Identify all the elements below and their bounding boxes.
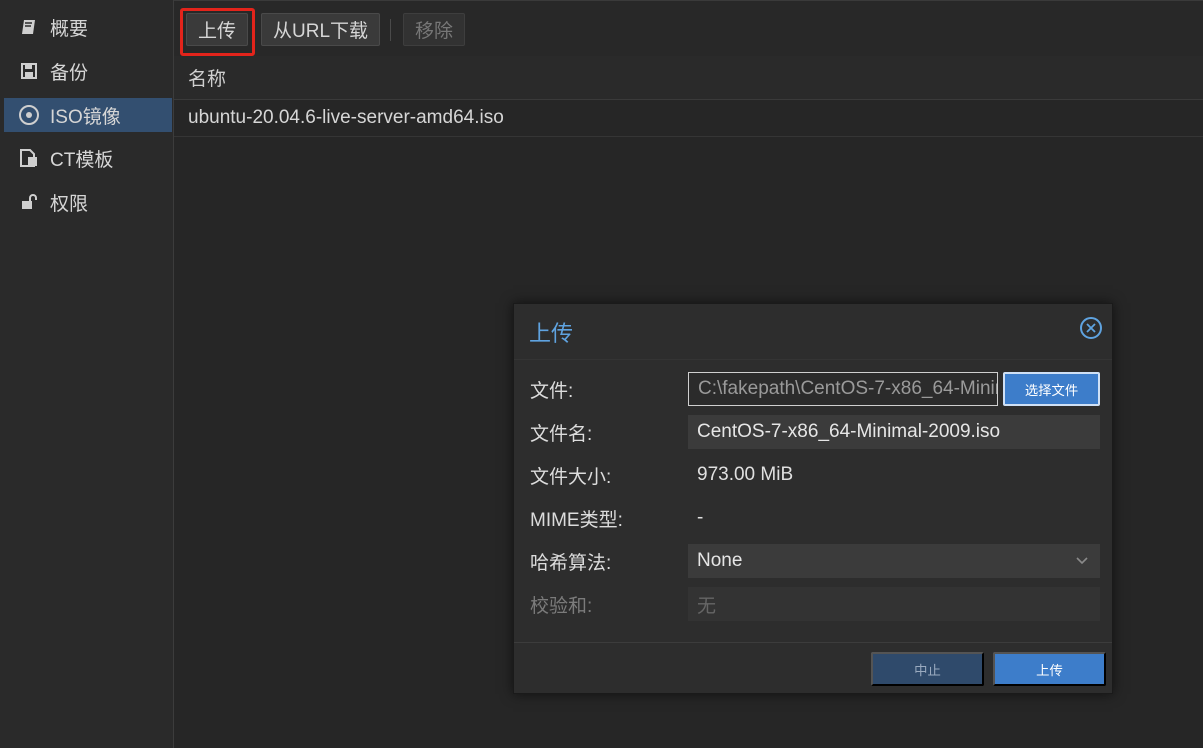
sidebar-item-backup[interactable]: 备份 xyxy=(4,54,172,88)
sidebar-item-permissions[interactable]: 权限 xyxy=(4,185,172,219)
table-row[interactable]: ubuntu-20.04.6-live-server-amd64.iso xyxy=(174,100,1203,137)
dialog-divider xyxy=(514,359,1112,360)
chevron-down-icon xyxy=(1074,552,1090,568)
dialog-title: 上传 xyxy=(529,321,574,346)
toolbar-separator xyxy=(390,19,391,41)
book-icon xyxy=(18,16,40,38)
abort-button[interactable]: 中止 xyxy=(871,652,984,686)
sidebar-item-label: CT模板 xyxy=(50,149,114,171)
close-icon[interactable] xyxy=(1080,317,1102,339)
upload-highlight-box xyxy=(180,8,255,56)
column-header-name[interactable]: 名称 xyxy=(188,64,226,91)
sidebar-item-ct-template[interactable]: CT模板 xyxy=(4,141,172,175)
checksum-label: 校验和: xyxy=(530,595,593,617)
unlock-icon xyxy=(18,191,40,213)
filename-label: 文件名: xyxy=(530,423,593,445)
floppy-icon xyxy=(18,60,40,82)
template-icon xyxy=(18,147,40,169)
hash-algorithm-select[interactable]: None xyxy=(688,544,1100,578)
hash-algorithm-label: 哈希算法: xyxy=(530,552,612,574)
upload-dialog: 上传 文件: C:\fakepath\CentOS-7-x86_64-Minim… xyxy=(513,303,1113,694)
sidebar-item-summary[interactable]: 概要 xyxy=(4,10,172,44)
filename-input[interactable]: CentOS-7-x86_64-Minimal-2009.iso xyxy=(688,415,1100,449)
disc-icon xyxy=(18,104,40,126)
sidebar-item-iso[interactable]: ISO镜像 xyxy=(4,98,172,132)
dialog-footer-divider xyxy=(514,642,1112,643)
filesize-label: 文件大小: xyxy=(530,466,612,488)
sidebar-item-label: 备份 xyxy=(50,62,89,84)
filesize-value: 973.00 MiB xyxy=(697,464,794,485)
dialog-upload-button[interactable]: 上传 xyxy=(993,652,1106,686)
sidebar-item-label: ISO镜像 xyxy=(50,106,121,128)
hash-algorithm-value: None xyxy=(697,550,743,571)
remove-button[interactable]: 移除 xyxy=(403,13,466,46)
mime-type-value: - xyxy=(697,507,704,528)
grid-header: 名称 xyxy=(174,56,1203,100)
sidebar-item-label: 概要 xyxy=(50,18,89,40)
choose-file-button[interactable]: 选择文件 xyxy=(1003,372,1100,406)
download-from-url-button[interactable]: 从URL下载 xyxy=(261,13,381,46)
sidebar: 概要 备份 ISO镜像 CT模板 权限 xyxy=(0,0,174,748)
sidebar-item-label: 权限 xyxy=(50,193,89,215)
file-path-input[interactable]: C:\fakepath\CentOS-7-x86_64-Minimal-2009… xyxy=(688,372,998,406)
mime-type-label: MIME类型: xyxy=(530,509,623,531)
checksum-input[interactable]: 无 xyxy=(688,587,1100,621)
file-label: 文件: xyxy=(530,380,574,402)
iso-filename: ubuntu-20.04.6-live-server-amd64.iso xyxy=(188,107,504,128)
toolbar: 上传 从URL下载 移除 xyxy=(174,0,1203,57)
